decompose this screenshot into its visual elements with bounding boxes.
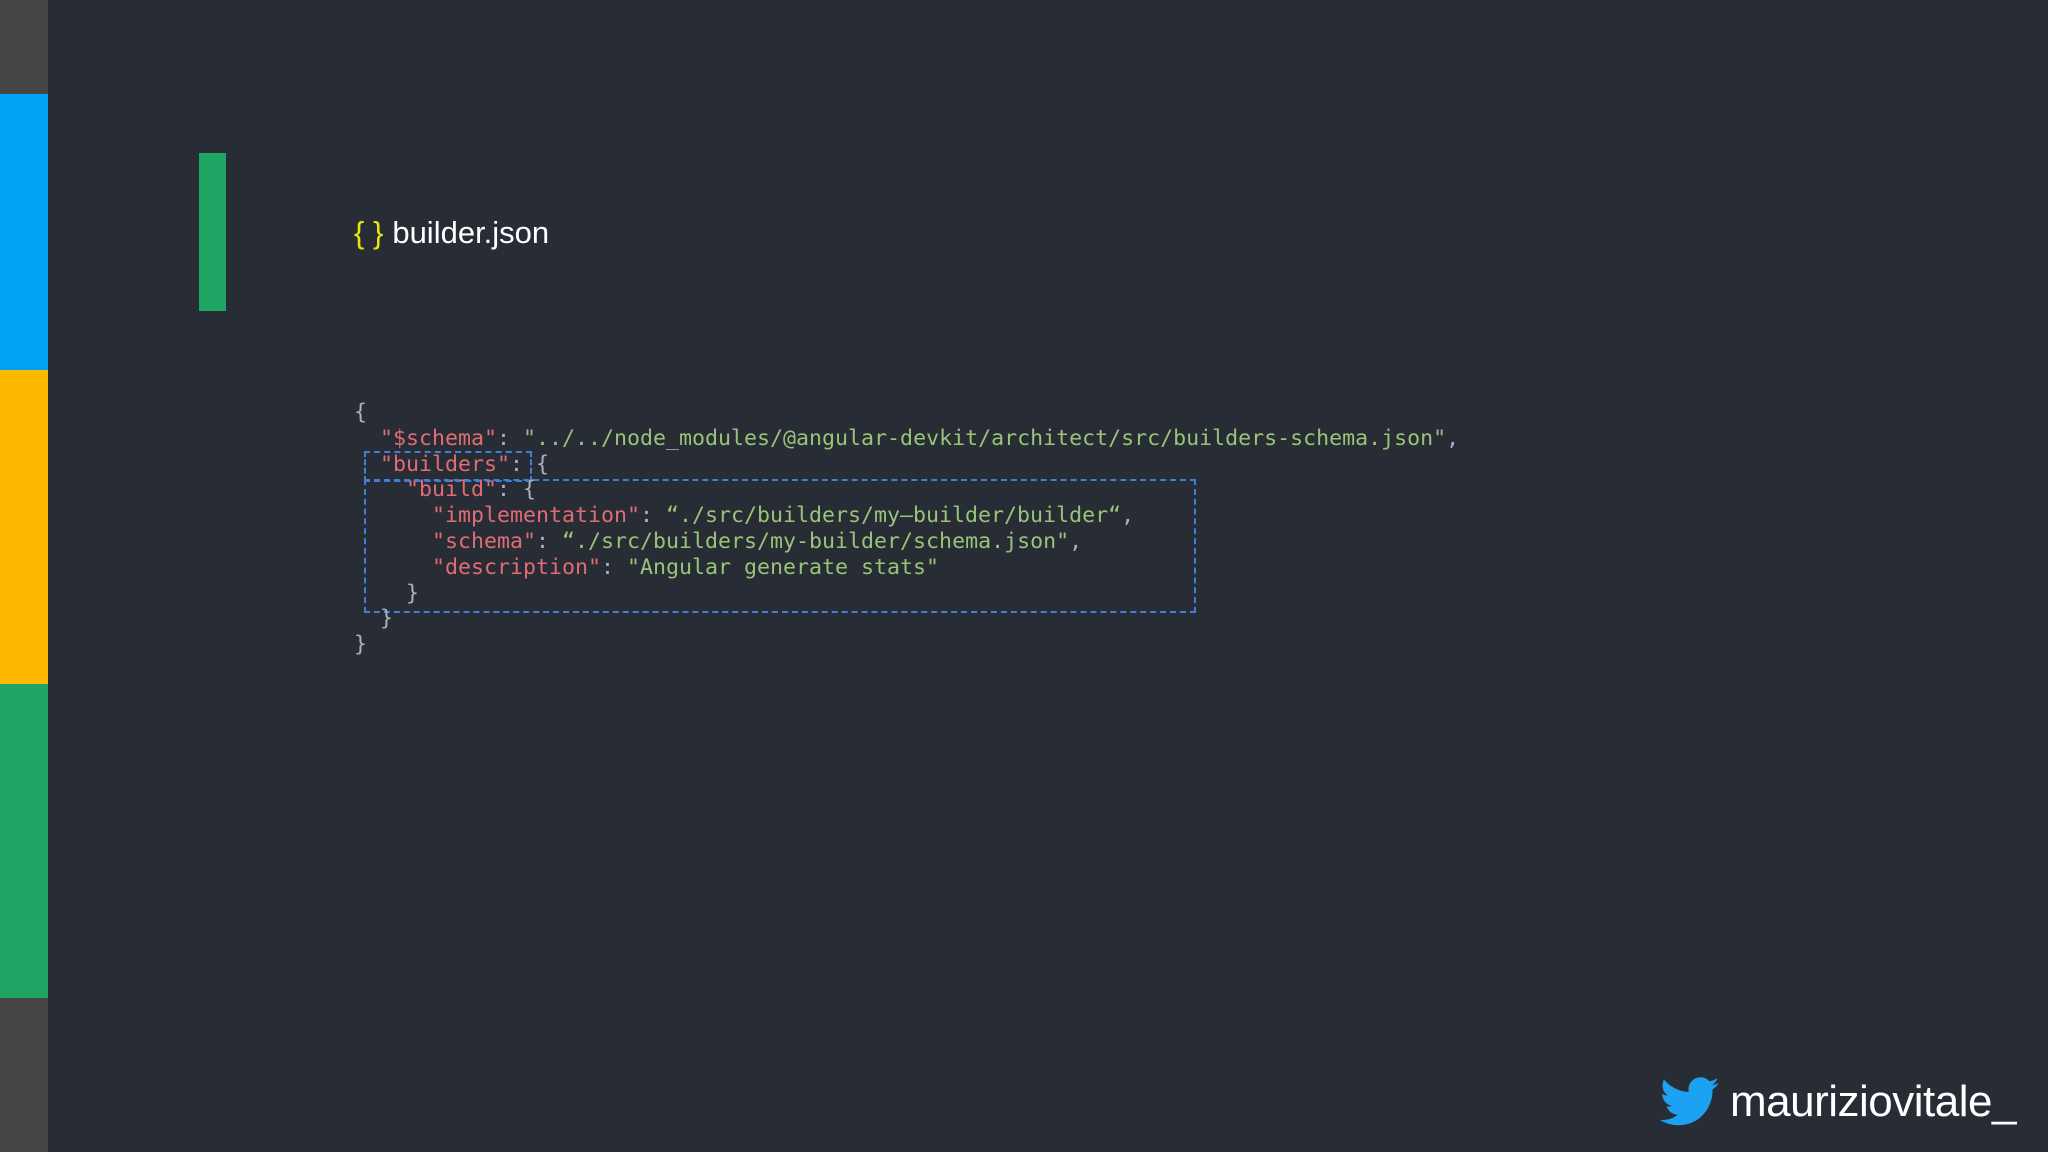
code-line-3: "builders": {: [354, 452, 1459, 478]
code-line-4: "build": {: [354, 477, 1459, 503]
code-line-2: "$schema": "../../node_modules/@angular-…: [354, 426, 1459, 452]
json-key-build: "build": [406, 477, 498, 503]
code-block: { "$schema": "../../node_modules/@angula…: [354, 400, 1459, 658]
code-line-8: }: [354, 581, 1459, 607]
color-strip: [0, 0, 48, 1152]
code-line-7: "description": "Angular generate stats": [354, 555, 1459, 581]
json-key-builders: "builders": [380, 451, 511, 477]
comma: ,: [1121, 503, 1135, 529]
comma: ,: [1069, 528, 1083, 554]
code-line-9: }: [354, 606, 1459, 632]
json-value-schema: "../../node_modules/@angular-devkit/arch…: [523, 425, 1447, 451]
strip-segment-yellow: [0, 370, 48, 684]
colon-brace: : {: [497, 477, 537, 503]
json-key-schema: "$schema": [380, 425, 498, 451]
brace-close: }: [354, 632, 368, 658]
strip-segment-green: [0, 684, 48, 998]
colon: :: [497, 425, 524, 451]
brace-close: }: [354, 606, 394, 632]
strip-segment-blue: [0, 94, 48, 370]
code-line-5: "implementation": “./src/builders/my–bui…: [354, 503, 1459, 529]
comma: ,: [1446, 425, 1460, 451]
file-title: { } builder.json: [354, 208, 549, 258]
file-name: builder.json: [392, 215, 550, 250]
twitter-bird-icon: [1660, 1077, 1719, 1126]
code-line-1: {: [354, 400, 1459, 426]
json-key-schema-path: "schema": [432, 528, 537, 554]
colon: :: [536, 528, 563, 554]
code-line-10: }: [354, 632, 1459, 658]
strip-segment-dark-bottom: [0, 998, 48, 1152]
json-key-implementation: "implementation": [432, 503, 641, 529]
brace-open: {: [354, 400, 368, 425]
twitter-handle-text: mauriziovitale_: [1730, 1077, 2016, 1126]
colon: :: [601, 554, 628, 580]
json-value-description: "Angular generate stats": [627, 554, 940, 580]
slide: { } builder.json { "$schema": "../../node…: [0, 0, 2048, 1152]
title-accent-bar: [199, 153, 226, 311]
json-key-description: "description": [432, 554, 602, 580]
twitter-handle: mauriziovitale_: [1660, 1074, 2016, 1130]
colon: :: [640, 503, 667, 529]
strip-segment-dark-top: [0, 0, 48, 94]
json-value-implementation: “./src/builders/my–builder/builder“: [666, 503, 1122, 529]
json-file-icon: { }: [354, 215, 384, 250]
colon-brace: : {: [510, 451, 550, 477]
code-line-6: "schema": “./src/builders/my-builder/sch…: [354, 529, 1459, 555]
json-value-schema-path: “./src/builders/my-builder/schema.json": [562, 528, 1070, 554]
brace-close: }: [354, 580, 420, 606]
